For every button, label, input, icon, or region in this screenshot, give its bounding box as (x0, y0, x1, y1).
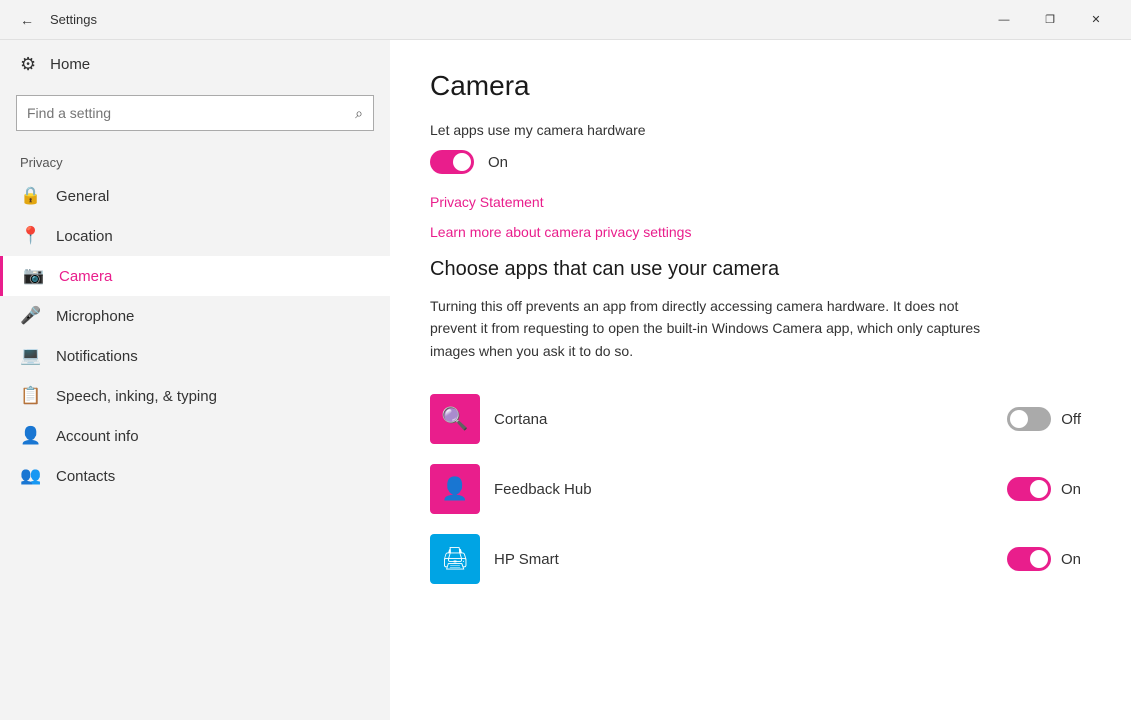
app-item: 🔍 Cortana Off (430, 384, 1091, 454)
search-icon: ⌕ (355, 105, 363, 122)
sidebar-item-microphone[interactable]: 🎤 Microphone (0, 296, 390, 336)
app-icon-hp-smart: 🖨 (430, 534, 480, 584)
sidebar-item-notifications[interactable]: 💻 Notifications (0, 336, 390, 376)
app-item: 👤 Feedback Hub On (430, 454, 1091, 524)
privacy-section-label: Privacy (0, 147, 390, 176)
contacts-icon: 👥 (20, 466, 42, 486)
app-name: Cortana (494, 411, 1007, 428)
choose-apps-heading: Choose apps that can use your camera (430, 258, 1091, 281)
sidebar-item-label-general: General (56, 188, 109, 205)
window-controls: — ❐ ✕ (981, 0, 1119, 40)
let-apps-label: Let apps use my camera hardware (430, 122, 1091, 138)
sidebar-item-camera[interactable]: 📷 Camera (0, 256, 390, 296)
camera-icon: 📷 (23, 266, 45, 286)
minimize-icon: — (999, 14, 1010, 26)
location-icon: 📍 (20, 226, 42, 246)
app-toggle-area: On (1007, 477, 1081, 501)
app-toggle-area: On (1007, 547, 1081, 571)
search-box: ⌕ (16, 95, 374, 131)
close-button[interactable]: ✕ (1073, 0, 1119, 40)
sidebar-item-label-location: Location (56, 228, 113, 245)
sidebar-item-speech[interactable]: 📋 Speech, inking, & typing (0, 376, 390, 416)
home-label: Home (50, 56, 90, 73)
camera-toggle-label: On (488, 154, 508, 171)
sidebar-item-label-contacts: Contacts (56, 468, 115, 485)
close-icon: ✕ (1091, 13, 1100, 26)
app-icon-feedback-hub: 👤 (430, 464, 480, 514)
nav-items: 🔒 General 📍 Location 📷 Camera 🎤 Microphone 💻 Noti… (0, 176, 390, 496)
privacy-statement-link[interactable]: Privacy Statement (430, 194, 1091, 210)
page-title: Camera (430, 70, 1091, 102)
home-icon: ⚙ (20, 54, 36, 75)
app-toggle-cortana[interactable] (1007, 407, 1051, 431)
app-toggle-hp-smart[interactable] (1007, 547, 1051, 571)
back-icon: ← (20, 12, 34, 28)
sidebar-item-label-microphone: Microphone (56, 308, 134, 325)
general-icon: 🔒 (20, 186, 42, 206)
microphone-icon: 🎤 (20, 306, 42, 326)
app-icon-cortana: 🔍 (430, 394, 480, 444)
camera-toggle[interactable] (430, 150, 474, 174)
restore-button[interactable]: ❐ (1027, 0, 1073, 40)
app-toggle-area: Off (1007, 407, 1081, 431)
sidebar-item-general[interactable]: 🔒 General (0, 176, 390, 216)
app-title: Settings (50, 12, 981, 27)
apps-list: 🔍 Cortana Off 👤 Feedback Hub On 🖨 HP Smart On (430, 384, 1091, 594)
back-button[interactable]: ← (12, 5, 42, 35)
app-toggle-label: On (1061, 481, 1081, 498)
sidebar: ⚙ Home ⌕ Privacy 🔒 General 📍 Location 📷 Camer… (0, 40, 390, 720)
app-name: HP Smart (494, 551, 1007, 568)
sidebar-item-account[interactable]: 👤 Account info (0, 416, 390, 456)
sidebar-item-contacts[interactable]: 👥 Contacts (0, 456, 390, 496)
sidebar-item-label-account: Account info (56, 428, 139, 445)
minimize-button[interactable]: — (981, 0, 1027, 40)
sidebar-item-label-speech: Speech, inking, & typing (56, 388, 217, 405)
titlebar: ← Settings — ❐ ✕ (0, 0, 1131, 40)
restore-icon: ❐ (1045, 13, 1055, 26)
main-layout: ⚙ Home ⌕ Privacy 🔒 General 📍 Location 📷 Camer… (0, 40, 1131, 720)
search-input[interactable] (27, 105, 355, 121)
sidebar-item-label-notifications: Notifications (56, 348, 138, 365)
content-area: Camera Let apps use my camera hardware O… (390, 40, 1131, 720)
account-icon: 👤 (20, 426, 42, 446)
sidebar-item-label-camera: Camera (59, 268, 112, 285)
learn-more-link[interactable]: Learn more about camera privacy settings (430, 224, 1091, 240)
sidebar-item-location[interactable]: 📍 Location (0, 216, 390, 256)
app-toggle-label: Off (1061, 411, 1081, 428)
main-toggle-row: On (430, 150, 1091, 174)
sidebar-item-home[interactable]: ⚙ Home (0, 40, 390, 89)
notifications-icon: 💻 (20, 346, 42, 366)
app-name: Feedback Hub (494, 481, 1007, 498)
app-toggle-feedback-hub[interactable] (1007, 477, 1051, 501)
description-text: Turning this off prevents an app from di… (430, 295, 990, 362)
speech-icon: 📋 (20, 386, 42, 406)
app-toggle-label: On (1061, 551, 1081, 568)
app-item: 🖨 HP Smart On (430, 524, 1091, 594)
